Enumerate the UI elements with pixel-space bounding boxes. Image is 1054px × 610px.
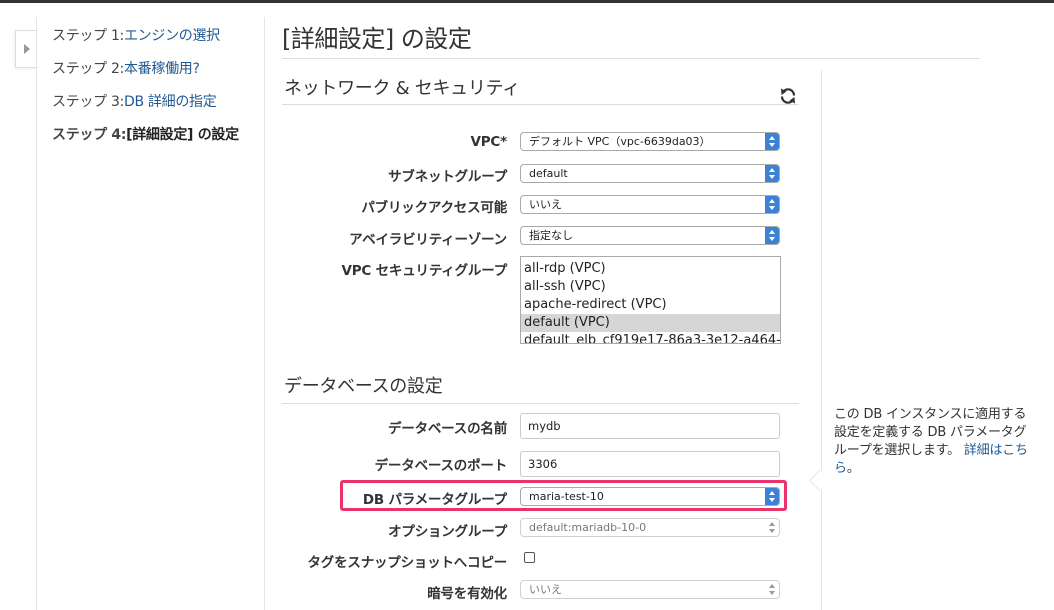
public-access-select[interactable]: いいえ [520, 195, 780, 214]
list-item[interactable]: apache-redirect (VPC) [521, 296, 780, 314]
select-arrow-icon [765, 133, 779, 150]
help-pointer [808, 469, 831, 492]
chevron-right-icon [24, 44, 30, 54]
vpc-label: VPC* [470, 134, 507, 150]
option-group-select: default:mariadb-10-0 [520, 518, 780, 537]
vpc-select[interactable]: デフォルト VPC（vpc-6639da03） [520, 132, 780, 151]
availability-zone-value: 指定なし [529, 229, 573, 242]
security-group-label: VPC セキュリティグループ [341, 263, 507, 279]
select-arrow-icon [765, 165, 779, 182]
step-label-advanced: [詳細設定] の設定 [126, 127, 239, 143]
encryption-label: 暗号を有効化 [427, 586, 507, 602]
encryption-select: いいえ [520, 580, 780, 599]
step-prefix: ステップ 2: [52, 61, 124, 77]
copy-tags-checkbox[interactable] [524, 552, 535, 563]
subnet-group-label: サブネットグループ [388, 169, 507, 185]
title-rule [282, 58, 980, 59]
db-port-label: データベースのポート [374, 458, 508, 474]
list-item[interactable]: all-ssh (VPC) [521, 278, 780, 296]
step-3[interactable]: ステップ 3:DB 詳細の指定 [52, 92, 262, 112]
database-section-rule [282, 403, 799, 404]
select-arrow-icon [765, 519, 779, 536]
step-4-active: ステップ 4:[詳細設定] の設定 [52, 125, 262, 145]
availability-zone-select[interactable]: 指定なし [520, 226, 780, 245]
step-link-production[interactable]: 本番稼働用? [124, 61, 200, 77]
select-arrow-icon [765, 227, 779, 244]
step-prefix: ステップ 1: [52, 28, 124, 44]
list-item[interactable]: default_elb_cf919e17-86a3-3e12-a464-9 [521, 332, 780, 343]
sidebar-expander[interactable] [15, 30, 38, 68]
main-divider [264, 17, 265, 610]
step-1[interactable]: ステップ 1:エンジンの選択 [52, 26, 262, 46]
db-name-input[interactable]: mydb [520, 413, 780, 439]
step-link-db-details[interactable]: DB 詳細の指定 [124, 94, 217, 110]
step-prefix: ステップ 3: [52, 94, 124, 110]
list-item[interactable]: all-rdp (VPC) [521, 260, 780, 278]
db-port-input[interactable]: 3306 [520, 451, 780, 477]
option-group-label: オプショングループ [388, 524, 507, 540]
option-group-value: default:mariadb-10-0 [529, 521, 647, 534]
step-link-engine[interactable]: エンジンの選択 [124, 28, 220, 44]
list-item-selected[interactable]: default (VPC) [521, 314, 780, 332]
encryption-value: いいえ [529, 583, 562, 596]
db-name-label: データベースの名前 [387, 421, 507, 437]
vpc-value: デフォルト VPC（vpc-6639da03） [529, 135, 711, 148]
select-arrow-icon [765, 581, 779, 598]
public-access-label: パブリックアクセス可能 [361, 200, 507, 216]
select-arrow-icon [765, 196, 779, 213]
step-prefix: ステップ 4: [52, 127, 127, 143]
security-group-listbox[interactable]: all-rdp (VPC) all-ssh (VPC) apache-redir… [520, 256, 781, 344]
availability-zone-label: アベイラビリティーゾーン [349, 232, 507, 248]
network-section-rule [282, 104, 799, 105]
help-suffix: 。 [846, 461, 860, 476]
step-2[interactable]: ステップ 2:本番稼働用? [52, 59, 262, 79]
top-bar [0, 0, 1054, 3]
content-right-border [821, 70, 822, 610]
subnet-group-select[interactable]: default [520, 164, 780, 183]
sidebar-border [36, 17, 37, 610]
copy-tags-label: タグをスナップショットへコピー [307, 555, 508, 571]
refresh-icon[interactable] [778, 86, 798, 106]
highlight-box [340, 480, 787, 511]
public-access-value: いいえ [529, 198, 562, 211]
help-text: この DB インスタンスに適用する設定を定義する DB パラメータグループを選択… [834, 406, 1034, 478]
database-section-title: データベースの設定 [284, 376, 443, 397]
subnet-group-value: default [529, 167, 568, 180]
wizard-steps: ステップ 1:エンジンの選択 ステップ 2:本番稼働用? ステップ 3:DB 詳… [52, 26, 262, 158]
page-title: [詳細設定] の設定 [282, 25, 472, 53]
network-section-title: ネットワーク & セキュリティ [284, 78, 520, 99]
